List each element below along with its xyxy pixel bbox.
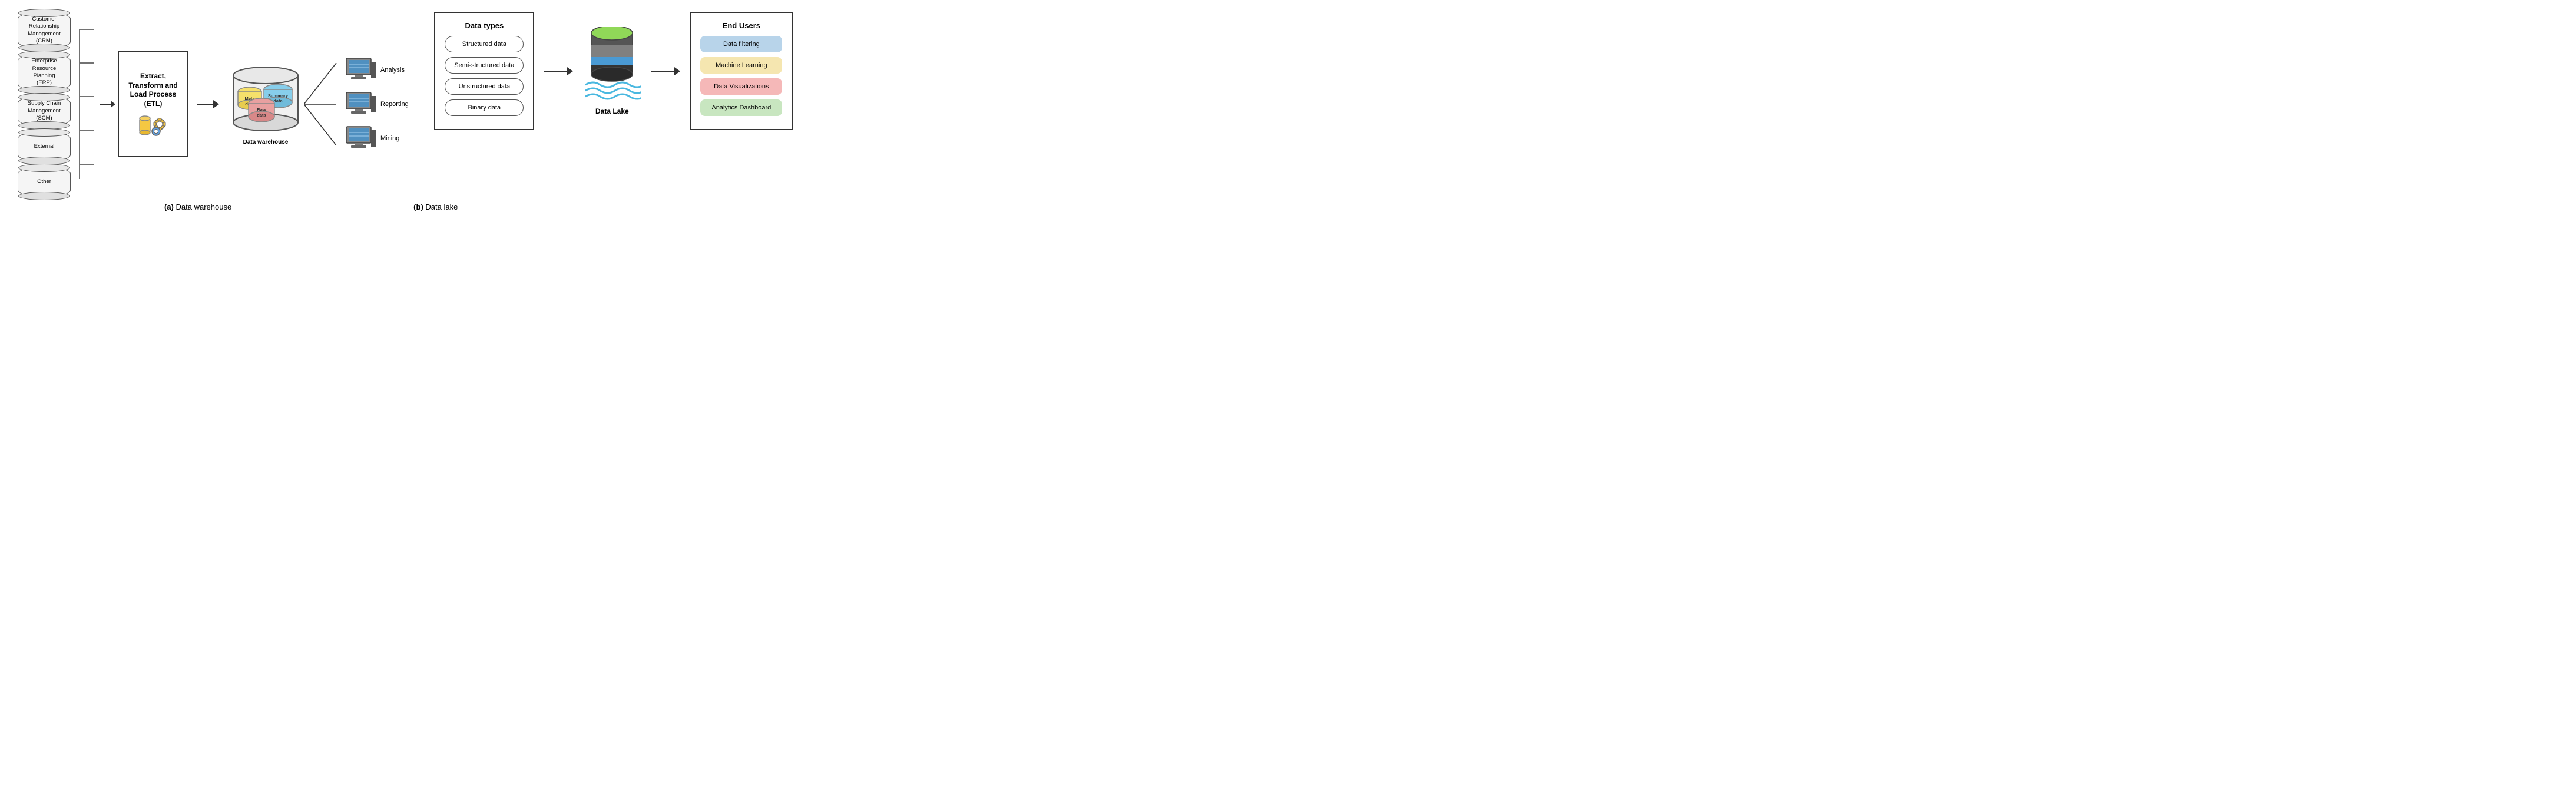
source-erp: Enterprise Resource Planning (ERP) (18, 54, 71, 91)
output-mining-label: Mining (380, 135, 399, 142)
etl-dw-arrow (197, 100, 219, 108)
caption-a: (a) Data warehouse (18, 202, 378, 213)
svg-text:data: data (257, 112, 266, 118)
output-fan: Analysis (345, 57, 409, 151)
data-lake-area: Data Lake (582, 27, 641, 115)
data-type-unstructured: Unstructured data (445, 78, 524, 95)
end-user-dashboard: Analytics Dashboard (700, 99, 782, 116)
dw-outputs: Meta data Summary data R (227, 45, 409, 163)
etl-title: Extract, Transform and Load Process (ETL… (128, 72, 177, 108)
output-analysis: Analysis (345, 57, 409, 83)
sources-column: Customer Relationship Management (CRM) E… (18, 12, 71, 197)
source-scm-label: Supply Chain Management (SCM) (28, 100, 61, 122)
dt-dl-arrow (544, 67, 573, 75)
etl-icons (138, 114, 168, 137)
dw-cylinder-svg: Meta data Summary data R (227, 64, 304, 134)
data-lake-label: Data Lake (595, 107, 629, 115)
diagram-a: Customer Relationship Management (CRM) E… (18, 12, 409, 197)
source-external-label: External (34, 143, 55, 150)
main-container: Customer Relationship Management (CRM) E… (0, 0, 825, 230)
end-users-box: End Users Data filtering Machine Learnin… (690, 12, 793, 130)
caption-b-text: (b) Data lake (413, 203, 458, 211)
output-area: Analysis (304, 45, 409, 163)
etl-area: Extract, Transform and Load Process (ETL… (100, 51, 188, 157)
diagram-b-content: Data types Structured data Semi-structur… (434, 12, 793, 130)
svg-text:Raw: Raw (257, 107, 266, 112)
data-type-binary: Binary data (445, 99, 524, 116)
source-crm: Customer Relationship Management (CRM) (18, 12, 71, 49)
diagram-a-content: Customer Relationship Management (CRM) E… (18, 12, 409, 197)
svg-text:Summary: Summary (268, 93, 289, 98)
data-types-box: Data types Structured data Semi-structur… (434, 12, 534, 130)
end-user-filtering: Data filtering (700, 36, 782, 52)
svg-text:data: data (273, 98, 283, 104)
source-other-label: Other (37, 178, 51, 185)
etl-icon-svg (138, 114, 168, 137)
etl-arrow (100, 101, 115, 108)
diagram-b: Data types Structured data Semi-structur… (420, 12, 807, 130)
source-connectors (77, 13, 94, 195)
source-erp-label: Enterprise Resource Planning (ERP) (31, 58, 57, 87)
output-reporting-label: Reporting (380, 101, 409, 108)
source-other: Other (18, 167, 71, 197)
output-reporting: Reporting (345, 91, 409, 117)
dw-area: Meta data Summary data R (227, 64, 304, 145)
data-lake-svg (582, 27, 641, 104)
source-crm-label: Customer Relationship Management (CRM) (28, 16, 60, 45)
end-users-title: End Users (700, 21, 782, 30)
dw-label: Data warehouse (243, 139, 289, 145)
computer-icon-analysis (345, 57, 377, 83)
end-user-viz: Data Visualizations (700, 78, 782, 95)
source-scm: Supply Chain Management (SCM) (18, 96, 71, 127)
caption-b: (b) Data lake (390, 203, 807, 211)
dl-eu-arrow (651, 67, 680, 75)
computer-icon-mining (345, 125, 377, 151)
caption-a-text: (a) Data warehouse (164, 203, 231, 211)
computer-icon-reporting (345, 91, 377, 117)
data-type-semi: Semi-structured data (445, 57, 524, 74)
end-user-ml: Machine Learning (700, 57, 782, 74)
data-type-structured: Structured data (445, 36, 524, 52)
output-mining: Mining (345, 125, 409, 151)
data-types-title: Data types (445, 21, 524, 30)
output-analysis-label: Analysis (380, 67, 405, 74)
fan-lines-svg (304, 45, 339, 163)
etl-box: Extract, Transform and Load Process (ETL… (118, 51, 188, 157)
source-external: External (18, 131, 71, 162)
captions-row: (a) Data warehouse (b) Data lake (18, 202, 807, 213)
diagrams-row: Customer Relationship Management (CRM) E… (18, 12, 807, 197)
